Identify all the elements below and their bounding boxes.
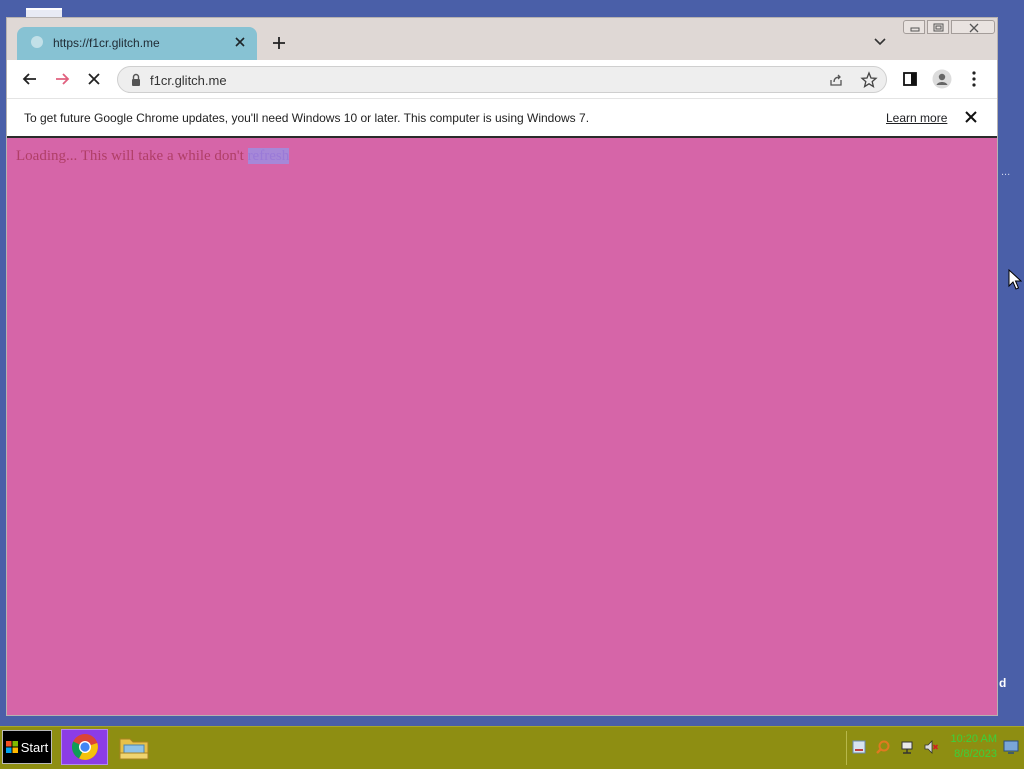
action-center-icon[interactable]: [851, 739, 867, 755]
clock[interactable]: 10:20 AM 8/8/2023: [947, 732, 997, 762]
update-infobar: To get future Google Chrome updates, you…: [7, 99, 997, 138]
url-text[interactable]: f1cr.glitch.me: [150, 73, 227, 88]
folder-icon: [119, 738, 149, 760]
taskbar: Start 10:20 AM 8/8/2023: [0, 726, 1024, 769]
avatar-icon: [932, 69, 952, 89]
restore-icon: [933, 23, 944, 32]
windows-logo-icon: [5, 741, 18, 753]
page-content[interactable]: Loading... This will take a while don't …: [7, 138, 997, 715]
desktop-label-fragment: ...: [1001, 166, 1011, 178]
browser-window: https://f1cr.glitch.me f1cr.glitch.me To…: [6, 17, 998, 716]
system-tray: 10:20 AM 8/8/2023: [846, 731, 1021, 765]
start-label: Start: [20, 739, 49, 755]
side-panel-icon: [903, 72, 917, 86]
start-button[interactable]: Start: [2, 730, 52, 764]
taskbar-explorer-button[interactable]: [114, 729, 154, 765]
selected-text: refresh: [247, 148, 290, 164]
forward-button[interactable]: [50, 67, 74, 91]
maximize-button[interactable]: [927, 20, 949, 34]
loading-text: Loading... This will take a while don't: [16, 148, 248, 164]
back-button[interactable]: [18, 67, 42, 91]
window-close-button[interactable]: [951, 20, 995, 34]
more-vert-icon: [972, 71, 976, 87]
chrome-icon: [71, 734, 98, 760]
lock-icon[interactable]: [130, 73, 142, 87]
show-desktop-icon[interactable]: [1003, 739, 1019, 755]
chevron-down-icon: [874, 38, 886, 46]
close-icon: [969, 23, 979, 33]
star-icon[interactable]: [860, 71, 878, 89]
learn-more-link[interactable]: Learn more: [886, 111, 947, 125]
infobar-close-button[interactable]: [963, 109, 979, 125]
tab-search-button[interactable]: [873, 35, 887, 49]
active-tab[interactable]: https://f1cr.glitch.me: [17, 27, 257, 60]
tab-title: https://f1cr.glitch.me: [53, 36, 160, 50]
desktop-label-fragment: d: [999, 676, 1007, 690]
profile-button[interactable]: [930, 67, 954, 91]
menu-button[interactable]: [962, 67, 986, 91]
address-bar[interactable]: f1cr.glitch.me: [117, 66, 887, 93]
share-icon[interactable]: [828, 72, 844, 88]
arrow-right-icon: [56, 73, 70, 85]
taskbar-chrome-button[interactable]: [61, 729, 108, 765]
close-icon[interactable]: [231, 33, 249, 51]
favicon-icon: [31, 36, 43, 48]
minimize-button[interactable]: [903, 20, 925, 34]
mouse-cursor-icon: [1008, 269, 1022, 290]
network-icon[interactable]: [899, 739, 915, 755]
minimize-icon: [910, 27, 920, 32]
volume-muted-icon[interactable]: [923, 739, 939, 755]
close-icon: [965, 111, 977, 123]
plus-icon: [273, 37, 285, 49]
magnifier-icon[interactable]: [875, 739, 891, 755]
browser-toolbar: f1cr.glitch.me: [7, 60, 997, 99]
infobar-message: To get future Google Chrome updates, you…: [24, 111, 590, 125]
stop-loading-button[interactable]: [82, 67, 106, 91]
clock-date: 8/8/2023: [954, 748, 997, 760]
arrow-left-icon: [22, 73, 36, 85]
title-bar[interactable]: https://f1cr.glitch.me: [7, 18, 997, 60]
close-icon: [88, 73, 100, 85]
side-panel-button[interactable]: [898, 67, 922, 91]
loading-message: Loading... This will take a while don't …: [16, 148, 290, 165]
new-tab-button[interactable]: [269, 33, 289, 57]
clock-time: 10:20 AM: [950, 733, 997, 745]
